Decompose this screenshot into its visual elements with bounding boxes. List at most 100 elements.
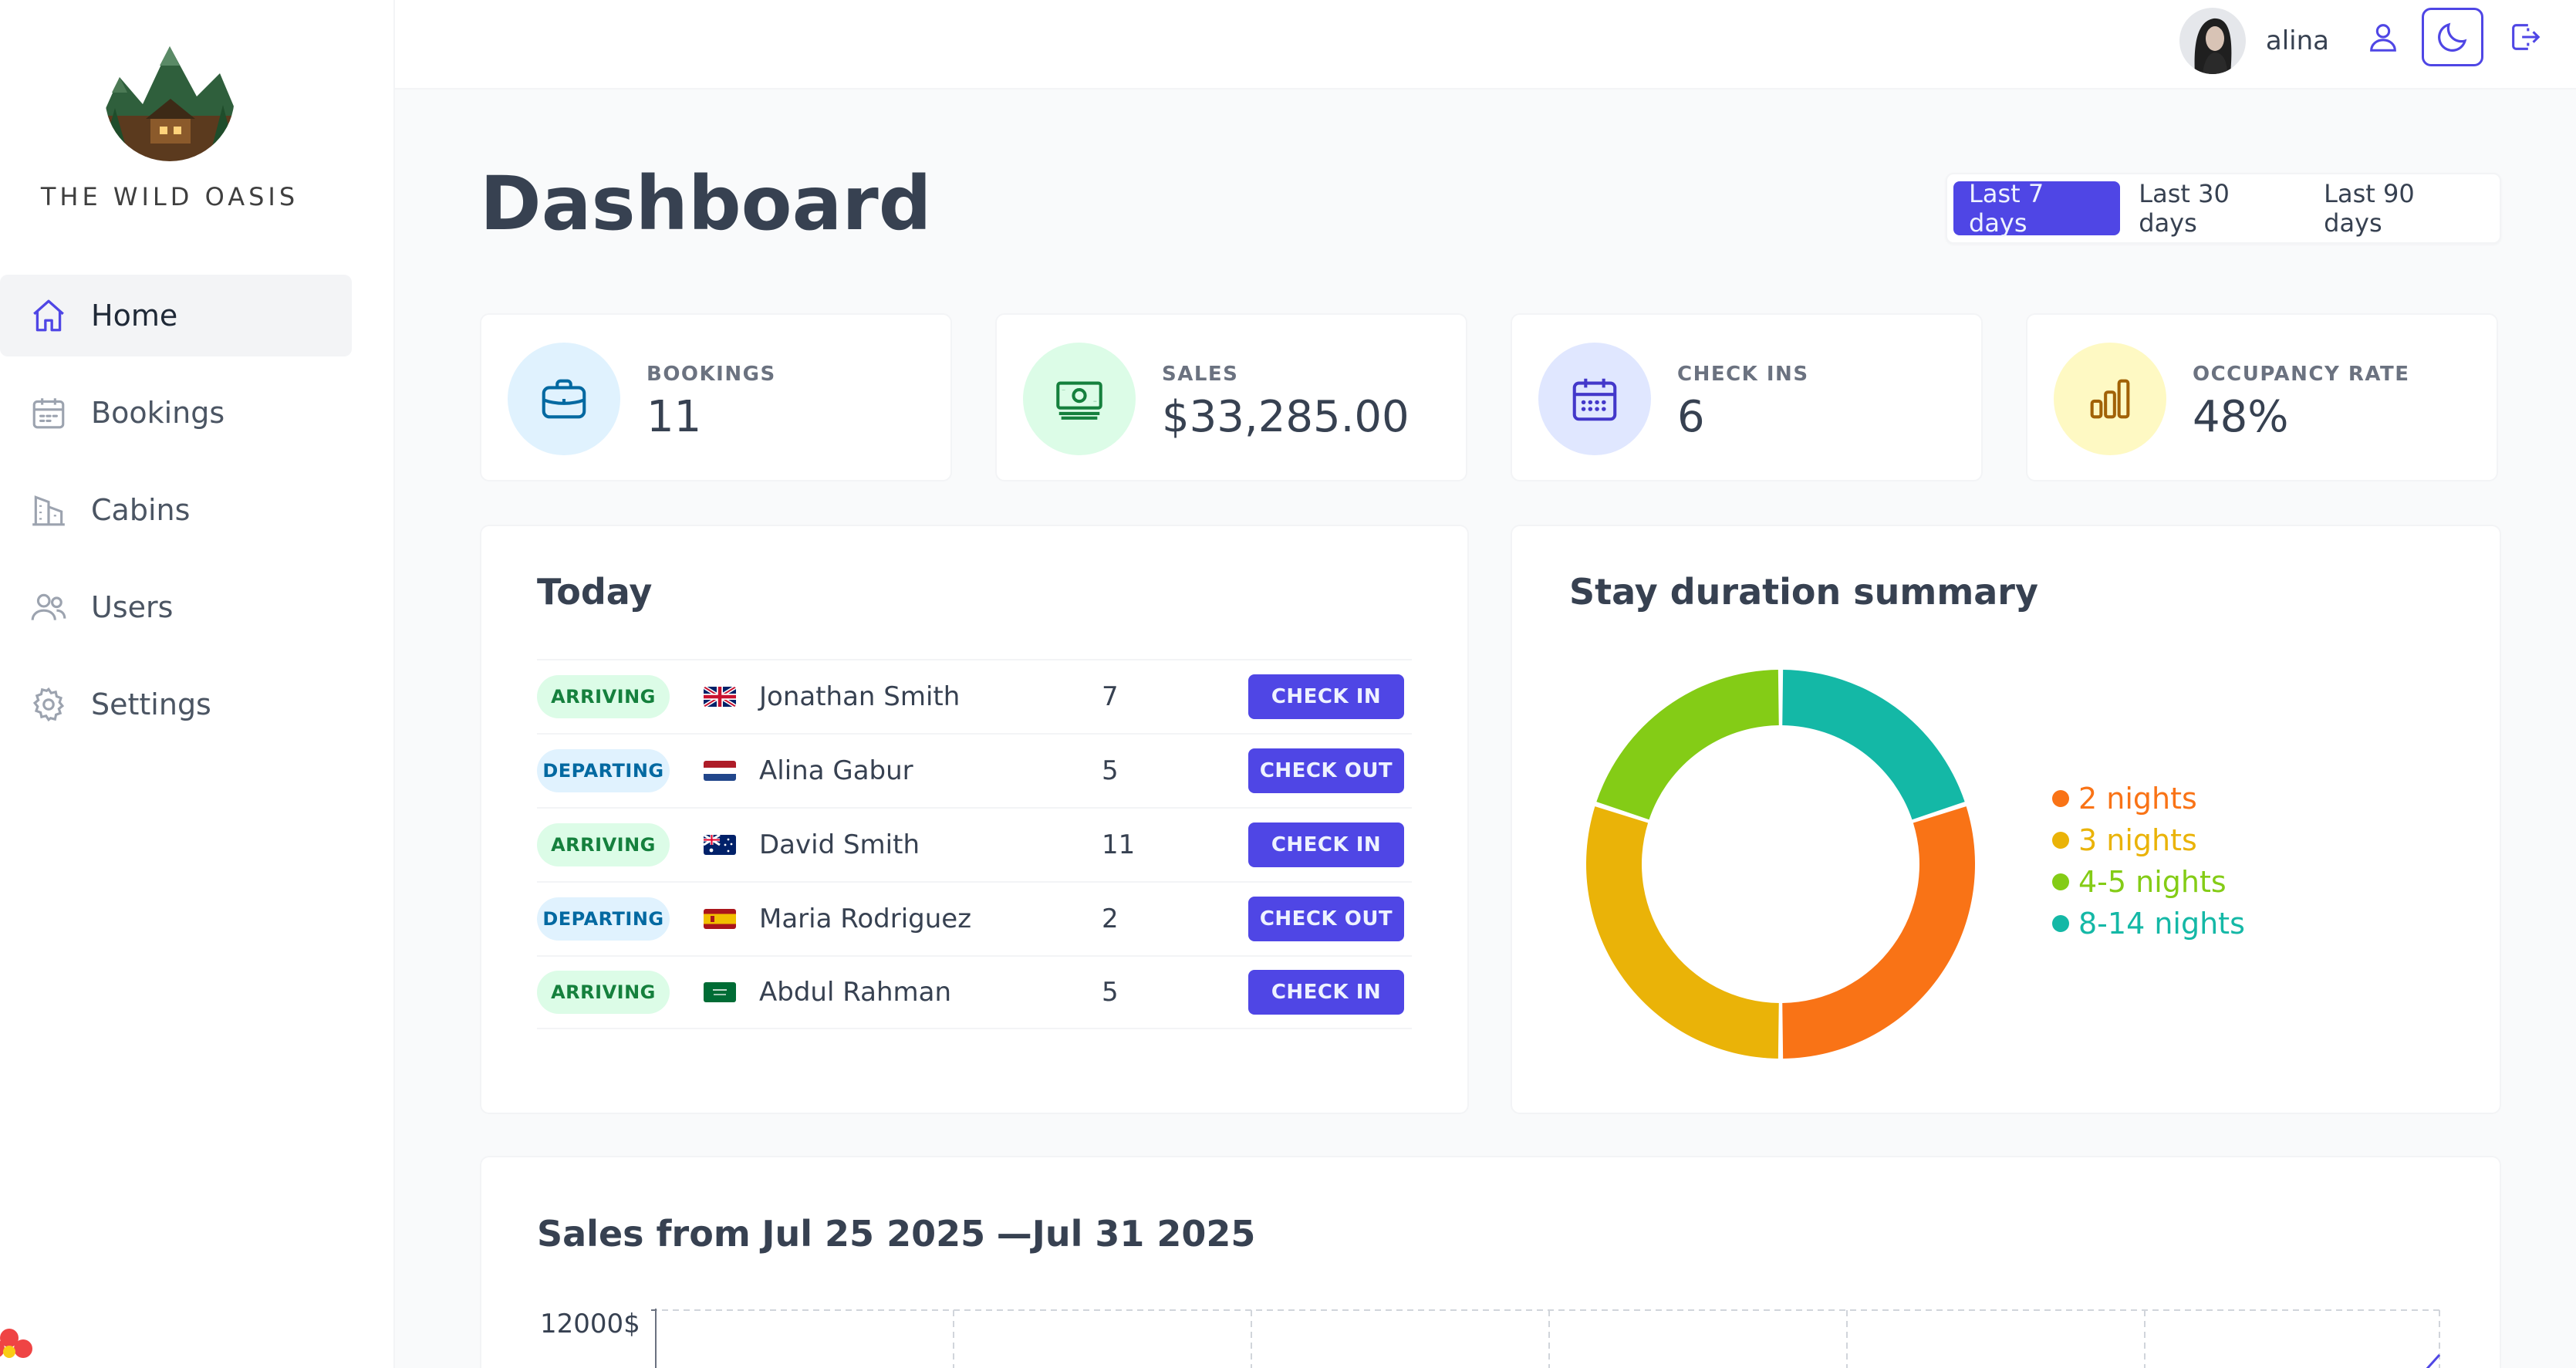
stat-title: CHECK INS [1677,363,1809,386]
filter-last-7-days[interactable]: Last 7 days [1953,179,2121,238]
nights-count: 5 [1102,977,1119,1008]
stat-icon-wrap [1538,343,1651,455]
legend-item[interactable]: 2 nights [2052,778,2245,819]
building-icon [32,495,65,526]
check-out-button[interactable]: CHECK OUT [1248,897,1404,941]
sidebar-item-label: Home [91,299,178,333]
donut-slice-3-nights[interactable] [1586,806,1779,1059]
legend-label: 4-5 nights [2078,865,2227,899]
status-badge: DEPARTING [537,897,670,941]
stat-title: BOOKINGS [647,363,776,386]
stat-value: $33,285.00 [1162,392,1410,442]
gear-icon [32,687,65,722]
home-icon [33,299,64,332]
stat-title: SALES [1162,363,1239,386]
sidebar-item-label: Settings [91,687,211,721]
stat-bookings: BOOKINGS 11 [480,313,952,481]
stat-sales: SALES $33,285.00 [995,313,1467,481]
logo-mountain-icon [105,32,235,161]
briefcase-icon [542,379,586,419]
y-axis-tick: 12000$ [540,1309,640,1339]
users-icon [31,593,66,620]
account-button[interactable] [2352,8,2414,66]
sidebar: THE WILD OASIS Home Bookings Cabins User… [0,0,395,1368]
stat-value: 48% [2193,392,2289,442]
sidebar-item-label: Users [91,590,174,624]
sales-title-prefix: Sales from [537,1213,751,1255]
legend-item[interactable]: 4-5 nights [2052,861,2245,903]
user-icon [2370,24,2396,52]
status-badge: ARRIVING [537,971,670,1014]
legend-label: 8-14 nights [2078,907,2245,941]
check-in-button[interactable]: CHECK IN [1248,822,1404,867]
check-out-button[interactable]: CHECK OUT [1248,748,1404,793]
stay-duration-panel: Stay duration summary 2 nights 3 nights 4-… [1511,525,2501,1114]
sidebar-item-settings[interactable]: Settings [0,664,352,745]
legend-label: 2 nights [2078,782,2197,816]
user-name: alina [2265,25,2329,56]
today-row: ARRIVING Jonathan Smith 7 CHECK IN [537,659,1412,733]
nights-count: 11 [1102,829,1136,860]
status-badge: ARRIVING [537,675,670,718]
today-row: DEPARTING Maria Rodriguez 2 CHECK OUT [537,881,1412,955]
legend-dot [2052,873,2069,890]
es-flag-icon [704,909,736,929]
stat-icon-wrap [508,343,620,455]
sidebar-item-label: Cabins [91,493,191,527]
check-in-button[interactable]: CHECK IN [1248,674,1404,719]
sales-title: Sales from Jul 25 2025 —Jul 31 2025 [537,1213,1255,1255]
logo: THE WILD OASIS [0,31,339,211]
legend-item[interactable]: 3 nights [2052,819,2245,861]
sidebar-item-users[interactable]: Users [0,566,352,648]
today-row: ARRIVING David Smith 11 CHECK IN [537,807,1412,881]
today-row: ARRIVING Abdul Rahman 5 CHECK IN [537,955,1412,1029]
sa-flag-icon [704,982,736,1002]
stat-value: 6 [1677,392,1705,442]
nights-count: 5 [1102,755,1119,786]
legend-dot [2052,790,2069,807]
avatar-image [2179,8,2246,74]
legend-dot [2052,915,2069,932]
stat-occupancy-rate: OCCUPANCY RATE 48% [2026,313,2498,481]
nl-flag-icon [704,761,736,781]
guest-name: David Smith [759,829,920,860]
au-flag-icon [704,835,736,855]
sidebar-item-bookings[interactable]: Bookings [0,372,352,454]
filter-last-30-days[interactable]: Last 30 days [2123,179,2305,238]
stay-duration-donut-chart [1586,670,1975,1059]
nights-count: 7 [1102,681,1119,712]
user-profile[interactable]: alina [2179,8,2329,74]
check-in-button[interactable]: CHECK IN [1248,970,1404,1015]
donut-slice-2-nights[interactable] [1782,806,1975,1059]
sidebar-item-home[interactable]: Home [0,275,352,356]
calendar-icon [32,398,65,429]
legend-item[interactable]: 8-14 nights [2052,903,2245,944]
dark-mode-toggle[interactable] [2422,8,2483,66]
today-panel: Today ARRIVING Jonathan Smith 7 CHECK IN… [480,525,1469,1114]
sales-date-to: Jul 31 2025 [1031,1213,1256,1255]
donut-slice-4-5-nights[interactable] [1596,670,1779,820]
guest-name: Alina Gabur [759,755,913,786]
sales-date-from: Jul 25 2025 [761,1213,986,1255]
chart-legend: 2 nights 3 nights 4-5 nights 8-14 nights [2052,778,2245,944]
calendar-days-icon [1572,378,1617,421]
legend-label: 3 nights [2078,823,2197,857]
banknotes-icon [1056,381,1102,420]
status-badge: DEPARTING [537,749,670,792]
nights-count: 2 [1102,904,1119,934]
sidebar-item-cabins[interactable]: Cabins [0,469,352,551]
chart-bar-icon [2090,379,2130,419]
filter-last-90-days[interactable]: Last 90 days [2308,179,2490,238]
sidebar-nav: Home Bookings Cabins Users Settings [0,275,352,761]
sales-date-separator: — [996,1213,1032,1255]
guest-name: Jonathan Smith [759,681,961,712]
logout-button[interactable] [2494,8,2556,66]
top-header: alina [395,0,2576,90]
stat-icon-wrap [1023,343,1136,455]
date-range-filter: Last 7 days Last 30 days Last 90 days [1946,173,2501,244]
donut-slice-8-14-nights[interactable] [1782,670,1965,820]
guest-name: Maria Rodriguez [759,904,972,934]
page-title: Dashboard [480,160,932,247]
avatar [2179,8,2246,74]
today-title: Today [537,571,653,613]
